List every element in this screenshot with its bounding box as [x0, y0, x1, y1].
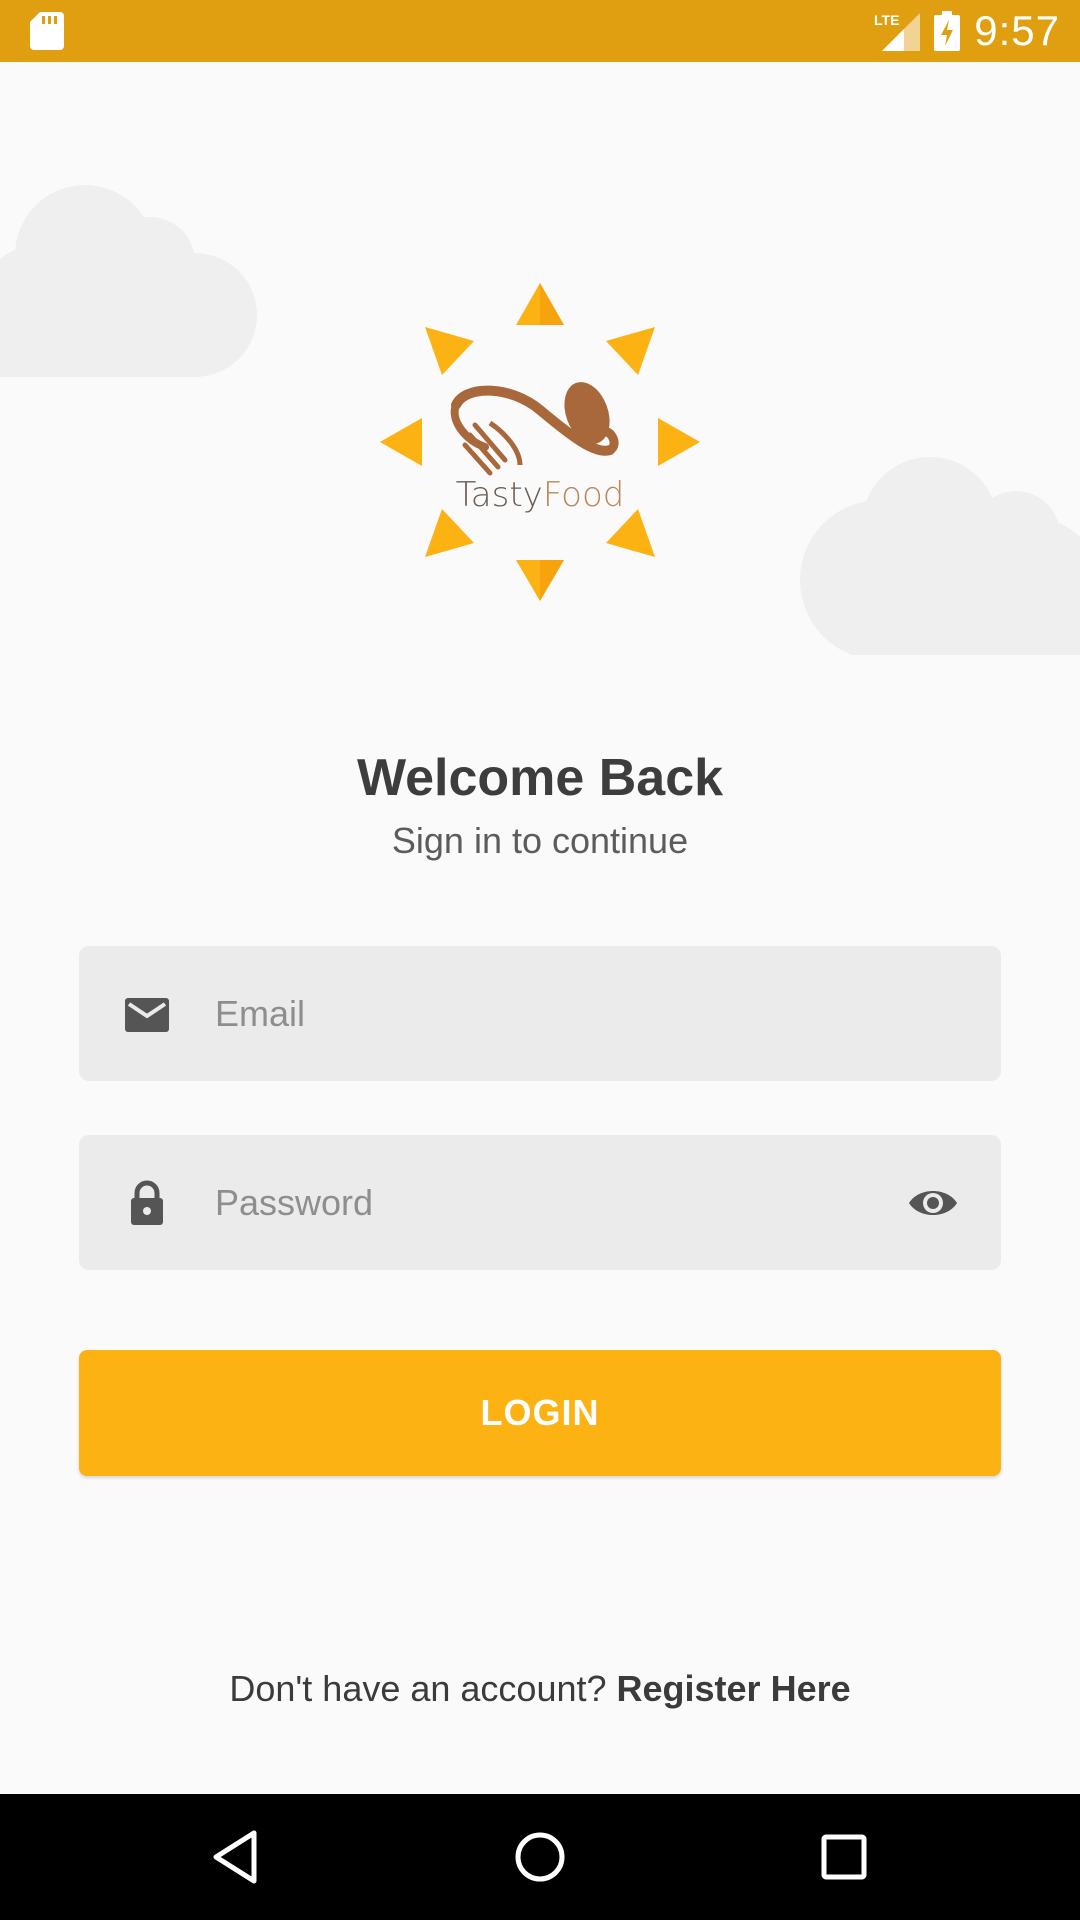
eye-icon[interactable] — [907, 1179, 959, 1227]
battery-charging-icon — [934, 11, 961, 51]
register-prompt-text: Don't have an account? — [229, 1668, 617, 1709]
recents-icon[interactable] — [814, 1827, 874, 1887]
tasty-food-logo: TastyFood — [370, 275, 710, 605]
email-field[interactable] — [79, 946, 1001, 1081]
utensils-icon — [450, 382, 619, 476]
page-subtitle: Sign in to continue — [391, 820, 689, 861]
brand-name: TastyFood — [455, 475, 625, 515]
cloud-left — [0, 185, 257, 377]
email-input[interactable] — [215, 976, 895, 1051]
register-link[interactable]: Register Here — [617, 1668, 851, 1709]
lock-icon — [131, 1180, 163, 1225]
svg-text:LTE: LTE — [874, 12, 899, 28]
home-icon[interactable] — [510, 1827, 570, 1887]
login-screen: LTE 9:57 TastyFood Welcome Back Sign in … — [0, 0, 1080, 1920]
navigation-bar — [0, 1794, 1080, 1920]
status-icons: LTE 9:57 — [874, 0, 1060, 62]
page-title: Welcome Back — [356, 749, 724, 807]
login-button[interactable]: LOGIN — [79, 1350, 1001, 1476]
register-prompt: Don't have an account? Register Here — [0, 1668, 1080, 1710]
email-icon — [125, 998, 169, 1032]
clock: 9:57 — [974, 7, 1060, 54]
status-bar: LTE 9:57 — [0, 0, 1080, 62]
back-icon[interactable] — [206, 1827, 266, 1887]
sd-card-icon — [30, 12, 64, 50]
password-field[interactable] — [79, 1135, 1001, 1270]
logo-sun-graphic — [380, 283, 700, 601]
cloud-right — [800, 457, 1080, 655]
lte-signal-icon: LTE — [874, 12, 921, 51]
password-input[interactable] — [215, 1165, 895, 1240]
